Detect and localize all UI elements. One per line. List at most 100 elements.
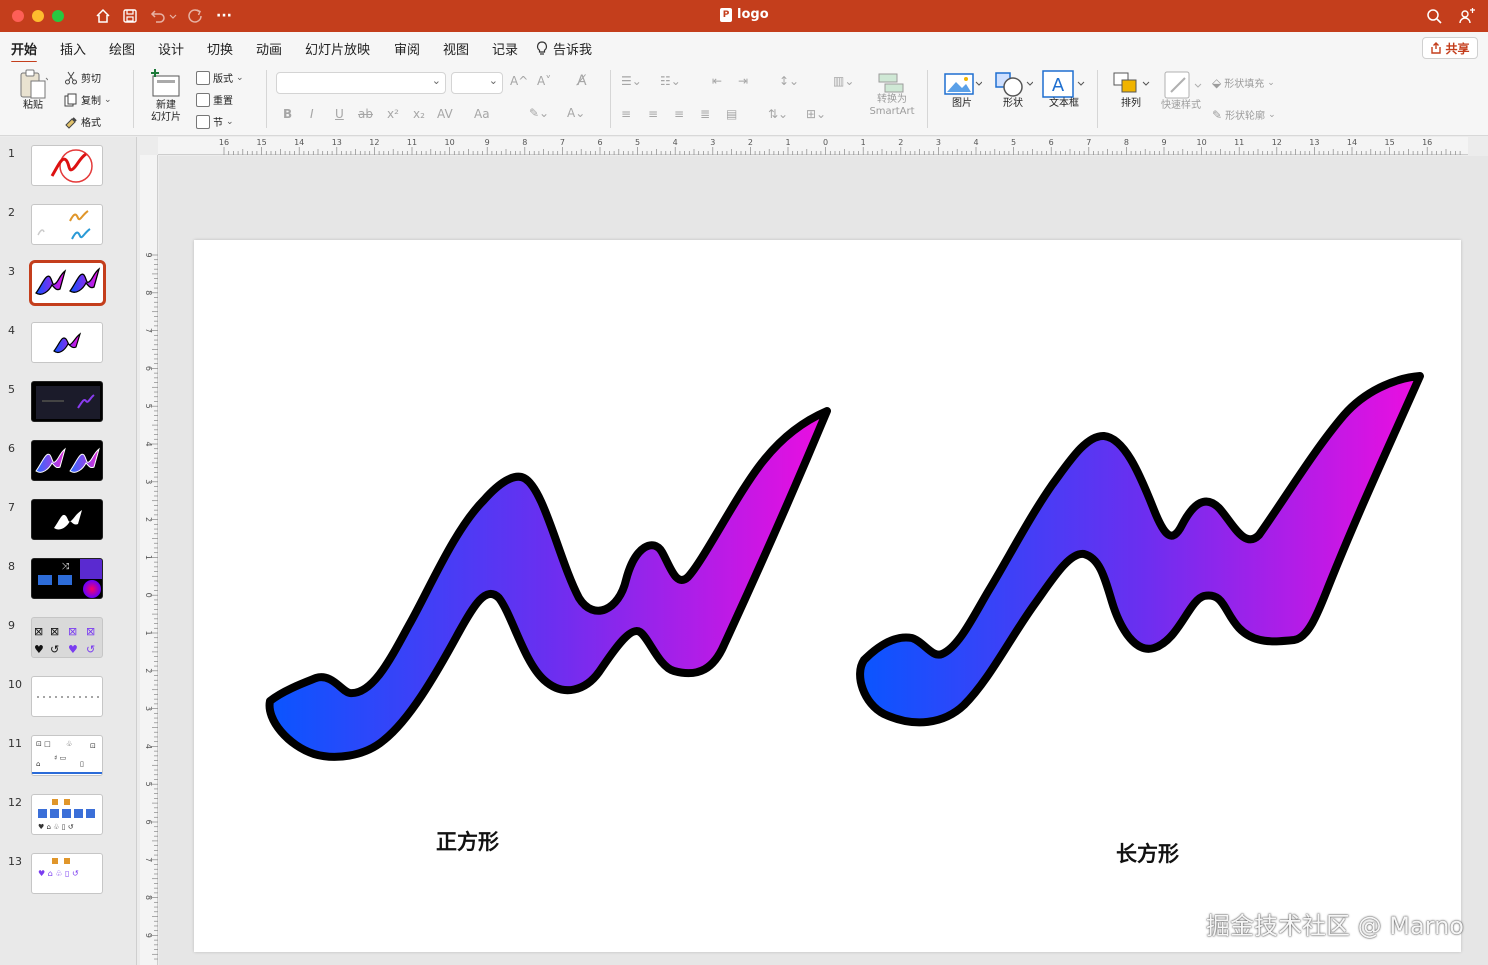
slide-thumbnail-8[interactable]: 8 ⤨ — [0, 550, 137, 609]
tab-review[interactable]: 审阅 — [394, 39, 420, 58]
layout-icon — [196, 70, 210, 85]
svg-text:♥ ⌂ ♧ ▯ ↺: ♥ ⌂ ♧ ▯ ↺ — [38, 869, 79, 878]
window-maximize-button[interactable] — [52, 10, 64, 22]
vertical-ruler[interactable]: 9876543210123456789 — [140, 155, 158, 965]
search-icon[interactable] — [1424, 6, 1444, 26]
picture-icon — [944, 73, 982, 95]
section-button[interactable]: 节 ⌄ — [196, 114, 234, 129]
ruler-label: 13 — [1309, 138, 1319, 147]
horizontal-ruler[interactable]: 16 15 14 13 12 11 10 9 8 7 6 5 4 3 2 1 0 1 2 3 4 5 6 7 8 9 10 11 12 1… — [158, 137, 1468, 155]
align-left-icon[interactable]: ≡ — [621, 107, 631, 121]
align-text-icon[interactable]: ⊞⌄ — [806, 107, 826, 121]
bullets-icon[interactable]: ☰⌄ — [621, 74, 642, 88]
tab-design[interactable]: 设计 — [158, 39, 184, 58]
slide-thumbnail-10[interactable]: 10 — [0, 668, 137, 727]
shapes-icon — [995, 72, 1033, 97]
paste-button[interactable]: 粘贴 — [14, 68, 52, 112]
tab-animations[interactable]: 动画 — [256, 39, 282, 58]
logo-shape-square[interactable] — [265, 407, 831, 761]
slide-thumbnail-9[interactable]: 9 ⊠ ⊠ ⊠ ⊠ ♥ ↺ ♥ ↺ — [0, 609, 137, 668]
char-spacing-button[interactable]: AV — [437, 107, 453, 121]
shape-button[interactable]: 形状 — [990, 70, 1036, 110]
redo-icon[interactable] — [186, 6, 206, 26]
ruler-label: 14 — [294, 138, 304, 147]
undo-icon[interactable] — [148, 6, 178, 26]
tell-me[interactable]: 告诉我 — [536, 39, 592, 58]
shape-fill-label: 形状填充 — [1224, 79, 1265, 90]
shrink-font-button[interactable]: A˅ — [537, 74, 551, 88]
convert-smartart-button[interactable]: 转换为 SmartArt — [864, 72, 920, 118]
slide-thumbnail-3[interactable]: 3 — [0, 255, 137, 314]
tab-home[interactable]: 开始 — [11, 39, 38, 64]
bold-button[interactable]: B — [283, 107, 292, 121]
columns-icon[interactable]: ▥⌄ — [833, 74, 854, 88]
quick-styles-button[interactable]: 快速样式 — [1156, 70, 1206, 112]
slide-thumbnail-4[interactable]: 4 — [0, 314, 137, 373]
slide-thumbnail-1[interactable]: 1 — [0, 137, 137, 196]
text-direction-icon[interactable]: ⇅⌄ — [768, 107, 788, 121]
label-rectangle[interactable]: 长方形 — [1116, 838, 1179, 868]
tab-transitions[interactable]: 切换 — [207, 39, 233, 58]
slide-preview — [31, 440, 103, 481]
layout-button[interactable]: 版式 ⌄ — [196, 70, 244, 85]
tab-draw[interactable]: 绘图 — [109, 39, 135, 58]
strikethrough-button[interactable]: ab — [358, 107, 373, 121]
align-right-icon[interactable]: ≡ — [674, 107, 684, 121]
home-icon[interactable] — [94, 6, 112, 26]
svg-text:⊠: ⊠ — [34, 625, 43, 638]
slide-thumbnail-2[interactable]: 2 — [0, 196, 137, 255]
account-icon[interactable] — [1456, 6, 1478, 26]
more-icon[interactable]: ··· — [214, 6, 234, 26]
shape-outline-button[interactable]: ✎ 形状轮廓 ⌄ — [1212, 107, 1276, 123]
slide-thumbnail-13[interactable]: 13 ♥ ⌂ ♧ ▯ ↺ — [0, 845, 137, 904]
slide-thumbnail-11[interactable]: 11 ⊡ □ ♧ ⊡ ♯ ▭ ⌂ ▯ — [0, 727, 137, 786]
slide-thumbnail-6[interactable]: 6 — [0, 432, 137, 491]
save-icon[interactable] — [121, 6, 139, 26]
numbering-icon[interactable]: ☷⌄ — [660, 74, 681, 88]
ruler-label: 15 — [257, 138, 267, 147]
window-minimize-button[interactable] — [32, 10, 44, 22]
cut-button[interactable]: 剪切 — [64, 70, 101, 85]
tab-view[interactable]: 视图 — [443, 39, 469, 58]
superscript-button[interactable]: x² — [387, 107, 399, 121]
slide-thumbnail-5[interactable]: 5 — [0, 373, 137, 432]
tab-insert[interactable]: 插入 — [60, 39, 86, 58]
line-spacing-icon[interactable]: ↕⌄ — [779, 74, 799, 88]
clear-format-icon[interactable]: A̸ — [577, 73, 587, 89]
increase-indent-icon[interactable]: ⇥ — [738, 74, 748, 88]
tab-record[interactable]: 记录 — [492, 39, 518, 58]
label-square[interactable]: 正方形 — [436, 826, 499, 856]
font-size-combo[interactable] — [451, 72, 503, 94]
font-color-icon[interactable]: A⌄ — [567, 106, 585, 120]
font-family-combo[interactable] — [276, 72, 446, 94]
subscript-button[interactable]: x₂ — [413, 107, 425, 121]
highlight-icon[interactable]: ✎⌄ — [529, 106, 549, 120]
slide-thumbnail-7[interactable]: 7 — [0, 491, 137, 550]
tab-slideshow[interactable]: 幻灯片放映 — [305, 39, 370, 58]
justify-icon[interactable]: ≣ — [700, 107, 710, 121]
quick-styles-label: 快速样式 — [1161, 100, 1201, 111]
align-center-icon[interactable]: ≡ — [648, 107, 658, 121]
slide-number: 6 — [8, 442, 15, 455]
window-close-button[interactable] — [12, 10, 24, 22]
shape-fill-button[interactable]: ⬙ 形状填充 ⌄ — [1212, 75, 1275, 91]
change-case-button[interactable]: Aa — [474, 107, 490, 121]
slide-preview: ⊡ □ ♧ ⊡ ♯ ▭ ⌂ ▯ — [31, 735, 103, 776]
italic-button[interactable]: I — [310, 107, 314, 121]
textbox-button[interactable]: A 文本框 — [1040, 70, 1088, 110]
copy-button[interactable]: 复制 ⌄ — [64, 92, 112, 107]
reset-button[interactable]: 重置 — [196, 92, 233, 107]
logo-shape-rectangle[interactable] — [856, 372, 1424, 727]
format-painter-button[interactable]: 格式 — [64, 114, 101, 129]
slide-canvas[interactable]: 正方形 长方形 — [194, 240, 1461, 952]
distribute-icon[interactable]: ▤ — [726, 107, 737, 121]
cut-label: 剪切 — [81, 74, 101, 85]
arrange-button[interactable]: 排列 — [1108, 70, 1154, 110]
slide-thumbnail-12[interactable]: 12 ♥ ⌂ ♧ ▯ ↺ — [0, 786, 137, 845]
grow-font-button[interactable]: A^ — [510, 74, 528, 88]
new-slide-button[interactable]: 新建 幻灯片 — [143, 68, 189, 124]
share-button[interactable]: 共享 — [1422, 37, 1478, 59]
decrease-indent-icon[interactable]: ⇤ — [712, 74, 722, 88]
picture-button[interactable]: 图片 — [938, 70, 986, 110]
underline-button[interactable]: U — [335, 107, 344, 121]
